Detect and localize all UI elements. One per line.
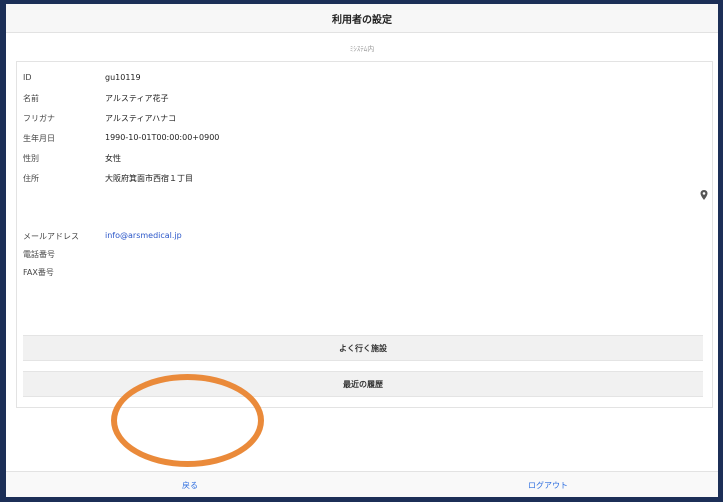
field-label: 住所 <box>23 174 39 183</box>
field-phone: 電話番号 <box>17 246 712 262</box>
frequent-facilities-label: よく行く施設 <box>339 343 387 353</box>
field-value: 女性 <box>105 154 121 163</box>
highlight-annotation-circle <box>111 374 264 467</box>
field-furigana: フリガナ アルスティアハナコ <box>17 110 712 126</box>
field-birthdate: 生年月日 1990-10-01T00:00:00+0900 <box>17 130 712 146</box>
field-value: 1990-10-01T00:00:00+0900 <box>105 133 220 142</box>
field-label: 性別 <box>23 154 39 163</box>
recent-history-label: 最近の履歴 <box>343 379 383 389</box>
field-label: フリガナ <box>23 114 55 123</box>
title-bar: 利用者の設定 <box>6 4 718 33</box>
field-value[interactable]: info@arsmedical.jp <box>105 231 182 240</box>
field-fax: FAX番号 <box>17 264 712 280</box>
field-id: ID gu10119 <box>17 70 712 86</box>
field-label: メールアドレス <box>23 232 79 241</box>
field-name: 名前 アルスティア花子 <box>17 90 712 106</box>
sub-header: ﾐｼｽﾃﾑ内 <box>349 45 375 53</box>
field-label: 生年月日 <box>23 134 55 143</box>
field-label: FAX番号 <box>23 268 54 277</box>
page-title: 利用者の設定 <box>332 14 392 26</box>
field-address: 住所 大阪府箕面市西宿１丁目 <box>17 170 712 186</box>
field-label: 名前 <box>23 94 39 103</box>
field-value: アルスティア花子 <box>105 94 169 103</box>
back-button[interactable]: 戻る <box>182 480 198 491</box>
profile-card: ID gu10119 名前 アルスティア花子 フリガナ アルスティアハナコ 生年… <box>16 61 713 408</box>
field-value: 大阪府箕面市西宿１丁目 <box>105 174 193 183</box>
bottom-toolbar: 戻る ログアウト <box>6 471 718 497</box>
frequent-facilities-button[interactable]: よく行く施設 <box>23 335 703 361</box>
logout-button[interactable]: ログアウト <box>528 480 568 491</box>
field-value: アルスティアハナコ <box>105 114 177 123</box>
field-gender: 性別 女性 <box>17 150 712 166</box>
field-label: ID <box>23 73 32 82</box>
map-pin-icon[interactable] <box>700 190 708 200</box>
field-label: 電話番号 <box>23 250 55 259</box>
field-email: メールアドレス info@arsmedical.jp <box>17 228 712 244</box>
field-value: gu10119 <box>105 73 141 82</box>
